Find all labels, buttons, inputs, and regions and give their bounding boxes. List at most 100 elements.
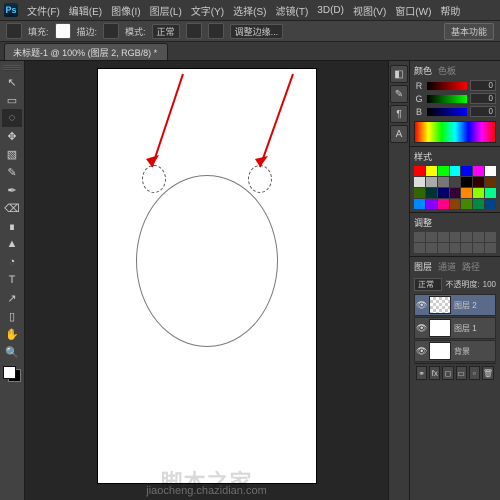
layers-tab[interactable]: 图层 xyxy=(414,260,432,273)
swatch-cell[interactable] xyxy=(461,199,472,209)
menu-filter[interactable]: 滤镜(T) xyxy=(276,3,309,18)
adjust-icon[interactable] xyxy=(485,243,496,253)
type-tool[interactable]: T xyxy=(2,271,22,289)
delete-layer-icon[interactable]: 🗑 xyxy=(482,366,494,380)
styles-tab[interactable]: 样式 xyxy=(414,150,432,163)
refine-edge-button[interactable]: 调整边缘... xyxy=(230,24,284,39)
swatch-cell[interactable] xyxy=(426,188,437,198)
eyedropper-tool[interactable]: ✎ xyxy=(2,163,22,181)
stroke-swatch[interactable] xyxy=(103,23,119,39)
r-value[interactable]: 0 xyxy=(470,80,496,91)
adjust-icon[interactable] xyxy=(450,243,461,253)
swatches-tab[interactable]: 色板 xyxy=(438,64,456,77)
r-slider[interactable] xyxy=(427,82,467,90)
layer-thumb[interactable] xyxy=(429,319,451,337)
opt-icon-1[interactable] xyxy=(186,23,202,39)
layer-mask-icon[interactable]: ◻ xyxy=(442,366,453,380)
menu-edit[interactable]: 编辑(E) xyxy=(69,3,102,18)
visibility-icon[interactable]: 👁 xyxy=(416,346,426,357)
swatch-cell[interactable] xyxy=(438,188,449,198)
menu-type[interactable]: 文字(Y) xyxy=(191,3,224,18)
fill-swatch[interactable] xyxy=(55,23,71,39)
document-canvas[interactable] xyxy=(98,69,316,483)
shape-tool[interactable]: ▯ xyxy=(2,307,22,325)
swatch-cell[interactable] xyxy=(414,166,425,176)
swatch-cell[interactable] xyxy=(473,188,484,198)
new-layer-icon[interactable]: ▫ xyxy=(469,366,480,380)
spectrum-bar[interactable] xyxy=(414,121,496,143)
adjust-icon[interactable] xyxy=(485,232,496,242)
swatch-cell[interactable] xyxy=(414,188,425,198)
swatch-cell[interactable] xyxy=(426,199,437,209)
swatch-cell[interactable] xyxy=(438,199,449,209)
swatch-cell[interactable] xyxy=(450,188,461,198)
adjust-icon[interactable] xyxy=(473,232,484,242)
visibility-icon[interactable]: 👁 xyxy=(416,300,426,311)
swatch-cell[interactable] xyxy=(426,177,437,187)
gradient-tool[interactable]: ▲ xyxy=(2,235,22,253)
swatch-cell[interactable] xyxy=(485,166,496,176)
adjust-icon[interactable] xyxy=(426,232,437,242)
b-value[interactable]: 0 xyxy=(470,106,496,117)
mini-paragraph-icon[interactable]: ¶ xyxy=(390,105,408,123)
color-swatch[interactable] xyxy=(2,365,22,383)
opt-icon-2[interactable] xyxy=(208,23,224,39)
document-tab[interactable]: 未标题-1 @ 100% (图层 2, RGB/8) * xyxy=(4,43,168,60)
fg-color[interactable] xyxy=(3,366,16,379)
swatch-cell[interactable] xyxy=(450,166,461,176)
g-slider[interactable] xyxy=(427,95,467,103)
mini-character-icon[interactable]: A xyxy=(390,125,408,143)
canvas-area[interactable]: 脚本之家 jiaocheng.chazidian.com xyxy=(25,61,388,500)
swatch-cell[interactable] xyxy=(461,177,472,187)
menu-3d[interactable]: 3D(D) xyxy=(317,5,344,16)
swatch-cell[interactable] xyxy=(473,177,484,187)
swatch-cell[interactable] xyxy=(426,166,437,176)
adjust-tab[interactable]: 调整 xyxy=(414,216,432,229)
layer-row[interactable]: 👁 背景 xyxy=(414,340,496,362)
channels-tab[interactable]: 通道 xyxy=(438,260,456,273)
new-group-icon[interactable]: ▭ xyxy=(456,366,467,380)
layer-fx-icon[interactable]: fx xyxy=(429,366,440,380)
swatch-cell[interactable] xyxy=(414,199,425,209)
dodge-tool[interactable]: ◔ xyxy=(2,253,22,271)
color-tab[interactable]: 颜色 xyxy=(414,64,432,77)
wand-tool[interactable]: ✥ xyxy=(2,127,22,145)
adjust-icon[interactable] xyxy=(473,243,484,253)
link-layers-icon[interactable]: ⚭ xyxy=(416,366,427,380)
adjust-icon[interactable] xyxy=(461,243,472,253)
swatch-cell[interactable] xyxy=(473,199,484,209)
swatch-cell[interactable] xyxy=(414,177,425,187)
g-value[interactable]: 0 xyxy=(470,93,496,104)
adjust-icon[interactable] xyxy=(414,232,425,242)
blend-mode-select[interactable]: 正常 xyxy=(414,278,442,291)
swatch-cell[interactable] xyxy=(485,199,496,209)
layer-row[interactable]: 👁图层 1 xyxy=(414,317,496,339)
layer-name[interactable]: 图层 1 xyxy=(454,323,477,334)
layer-name[interactable]: 背景 xyxy=(454,346,470,357)
tools-grip[interactable] xyxy=(3,65,21,71)
move-tool[interactable]: ↖ xyxy=(2,73,22,91)
menu-image[interactable]: 图像(I) xyxy=(111,3,140,18)
swatch-cell[interactable] xyxy=(450,199,461,209)
paths-tab[interactable]: 路径 xyxy=(462,260,480,273)
pen-tool[interactable]: ↗ xyxy=(2,289,22,307)
hand-tool[interactable]: ✋ xyxy=(2,325,22,343)
zoom-tool[interactable]: 🔍 xyxy=(2,343,22,361)
adjust-icon[interactable] xyxy=(414,243,425,253)
eraser-tool[interactable]: ⌫ xyxy=(2,199,22,217)
b-slider[interactable] xyxy=(427,108,467,116)
brush-tool[interactable]: ✒ xyxy=(2,181,22,199)
adjust-icon[interactable] xyxy=(438,243,449,253)
swatch-cell[interactable] xyxy=(438,166,449,176)
mode-select[interactable]: 正常 xyxy=(152,24,180,39)
lasso-tool[interactable]: ◌ xyxy=(2,109,22,127)
crop-tool[interactable]: ▧ xyxy=(2,145,22,163)
stamp-tool[interactable]: ∎ xyxy=(2,217,22,235)
swatch-cell[interactable] xyxy=(485,177,496,187)
swatch-cell[interactable] xyxy=(461,166,472,176)
adjust-icon[interactable] xyxy=(450,232,461,242)
swatch-cell[interactable] xyxy=(473,166,484,176)
marquee-tool[interactable]: ▭ xyxy=(2,91,22,109)
opacity-value[interactable]: 100 xyxy=(483,280,496,289)
swatch-cell[interactable] xyxy=(485,188,496,198)
